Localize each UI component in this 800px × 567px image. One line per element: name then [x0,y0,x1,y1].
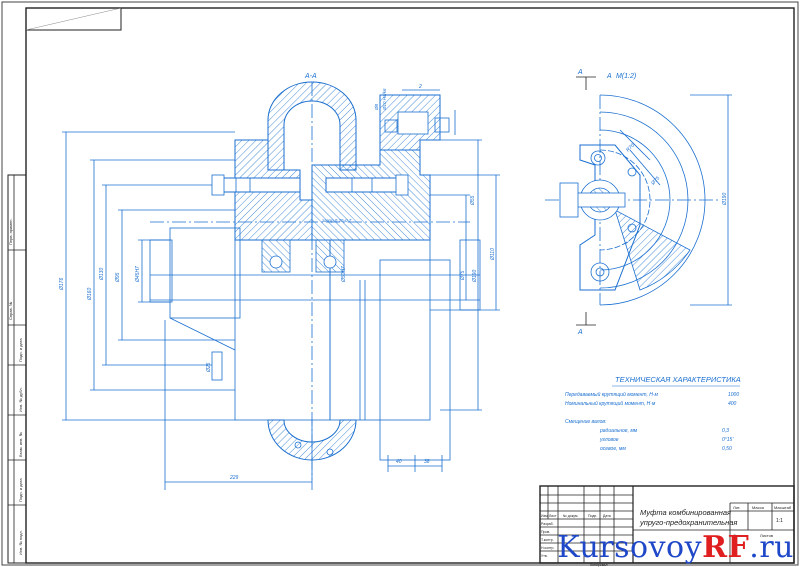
tech-value-2: 0,3 [722,428,729,434]
inner-frame [25,7,795,564]
dim-clearance: зазор 0,25-0,7 [321,218,352,223]
technical-characteristics: ТЕХНИЧЕСКАЯ ХАРАКТЕРИСТИКА Передаваемый … [565,375,741,452]
tb-col-lit: Лит. [733,505,740,510]
tech-value-4: 0,50 [722,446,732,452]
dim-right3: Ø55 [470,195,476,206]
tb-row-4: Дата [603,514,611,518]
tech-line-5: осевое, мм [600,446,626,452]
view-scale: М(1:2) [616,73,636,80]
section-label: А-А [304,73,317,80]
view-dim-hub: Ø75 [649,175,661,187]
tb-row-6: Пров. [541,530,550,534]
tech-line-4: угловое [599,437,619,443]
view-a-dimensions: Ø190 R70 Ø75 [625,143,728,206]
dim-key: Ø25 [206,362,212,373]
watermark-main: Kursovoy [557,530,703,565]
strip-label-0: Перв. примен. [8,218,13,245]
view-a: А М(1:2) А А [545,69,732,336]
section-view: А-А [62,73,500,490]
drawing-name-line1: Муфта комбинированная [640,508,731,517]
dim-mid: Ø130 [99,268,105,281]
tech-line-2: Смещение валов: [565,419,607,425]
watermark-tld: .ru [749,530,794,565]
drawing-name-line2: упруго-предохранительная [639,518,737,527]
tb-col-mass: Масса [752,505,765,510]
dim-bore: Ø45H7 [135,266,141,283]
tech-value-1: 400 [728,401,737,407]
dim-gap: 2 [418,84,422,90]
tech-title: ТЕХНИЧЕСКАЯ ХАРАКТЕРИСТИКА [615,375,741,384]
dim-pin: Ø8 [374,103,379,111]
view-arrow-bottom-label: А [577,329,583,336]
dim-right2: Ø75 [460,270,466,281]
view-dim-height: Ø190 [722,193,728,206]
strip-label-1: Справ. № [8,302,13,320]
view-arrow-top-label: А [577,69,583,76]
strip-label-6: Инв. № подл. [18,530,23,555]
dim-length-total: 229 [229,475,239,481]
tech-line-3: радиальное, мм [599,428,638,434]
dim-right-h: Ø190 [472,270,478,283]
watermark-accent: RF [702,530,750,565]
strip-label-3: Инв. № дубл. [18,387,23,412]
tb-col-scale: Масштаб [774,505,792,510]
tb-row-7: Т.контр. [541,538,554,542]
tb-row-1: Лист [549,514,557,518]
watermark: KursovoyRF.ru [557,530,794,565]
outer-frame [1,1,799,566]
dim-flange: Ø160 [87,288,93,301]
drawing-sheet: Перв. примен. Справ. № Подп. и дата Инв.… [1,1,799,567]
dim-fit: Ø10 H7/k6 [382,88,387,111]
tech-line-1: Номинальный крутящий момент, Н·м [565,400,656,407]
tb-row-0: Изм. [541,514,549,518]
strip-label-2: Подп. и дата [18,338,23,362]
dim-outer: Ø176 [59,278,65,291]
tech-line-0: Передаваемый крутящий момент, Н·м [565,391,659,398]
tb-scale-value: 1:1 [776,518,783,524]
tech-value-0: 1000 [728,392,739,398]
tb-row-8: Н.контр. [541,546,554,550]
tb-row-5: Разраб. [541,522,554,526]
strip-label-4: Взам. инв. № [18,432,23,457]
view-label: А [606,73,612,80]
tb-row-9: Утв. [541,554,548,558]
left-binding-strip: Перв. примен. Справ. № Подп. и дата Инв.… [7,174,27,564]
dim-right1: Ø110 [490,248,496,261]
dim-bore2: Ø50H7 [341,266,347,283]
tb-row-2: № докум. [563,514,578,518]
tb-row-3: Подп. [588,514,597,518]
strip-label-5: Подп. и дата [18,478,23,502]
dim-length-b: 38 [424,459,430,465]
dim-hub: Ø95 [115,272,121,283]
tech-value-3: 0°15' [722,437,734,443]
dim-length-a: 40 [396,459,402,465]
